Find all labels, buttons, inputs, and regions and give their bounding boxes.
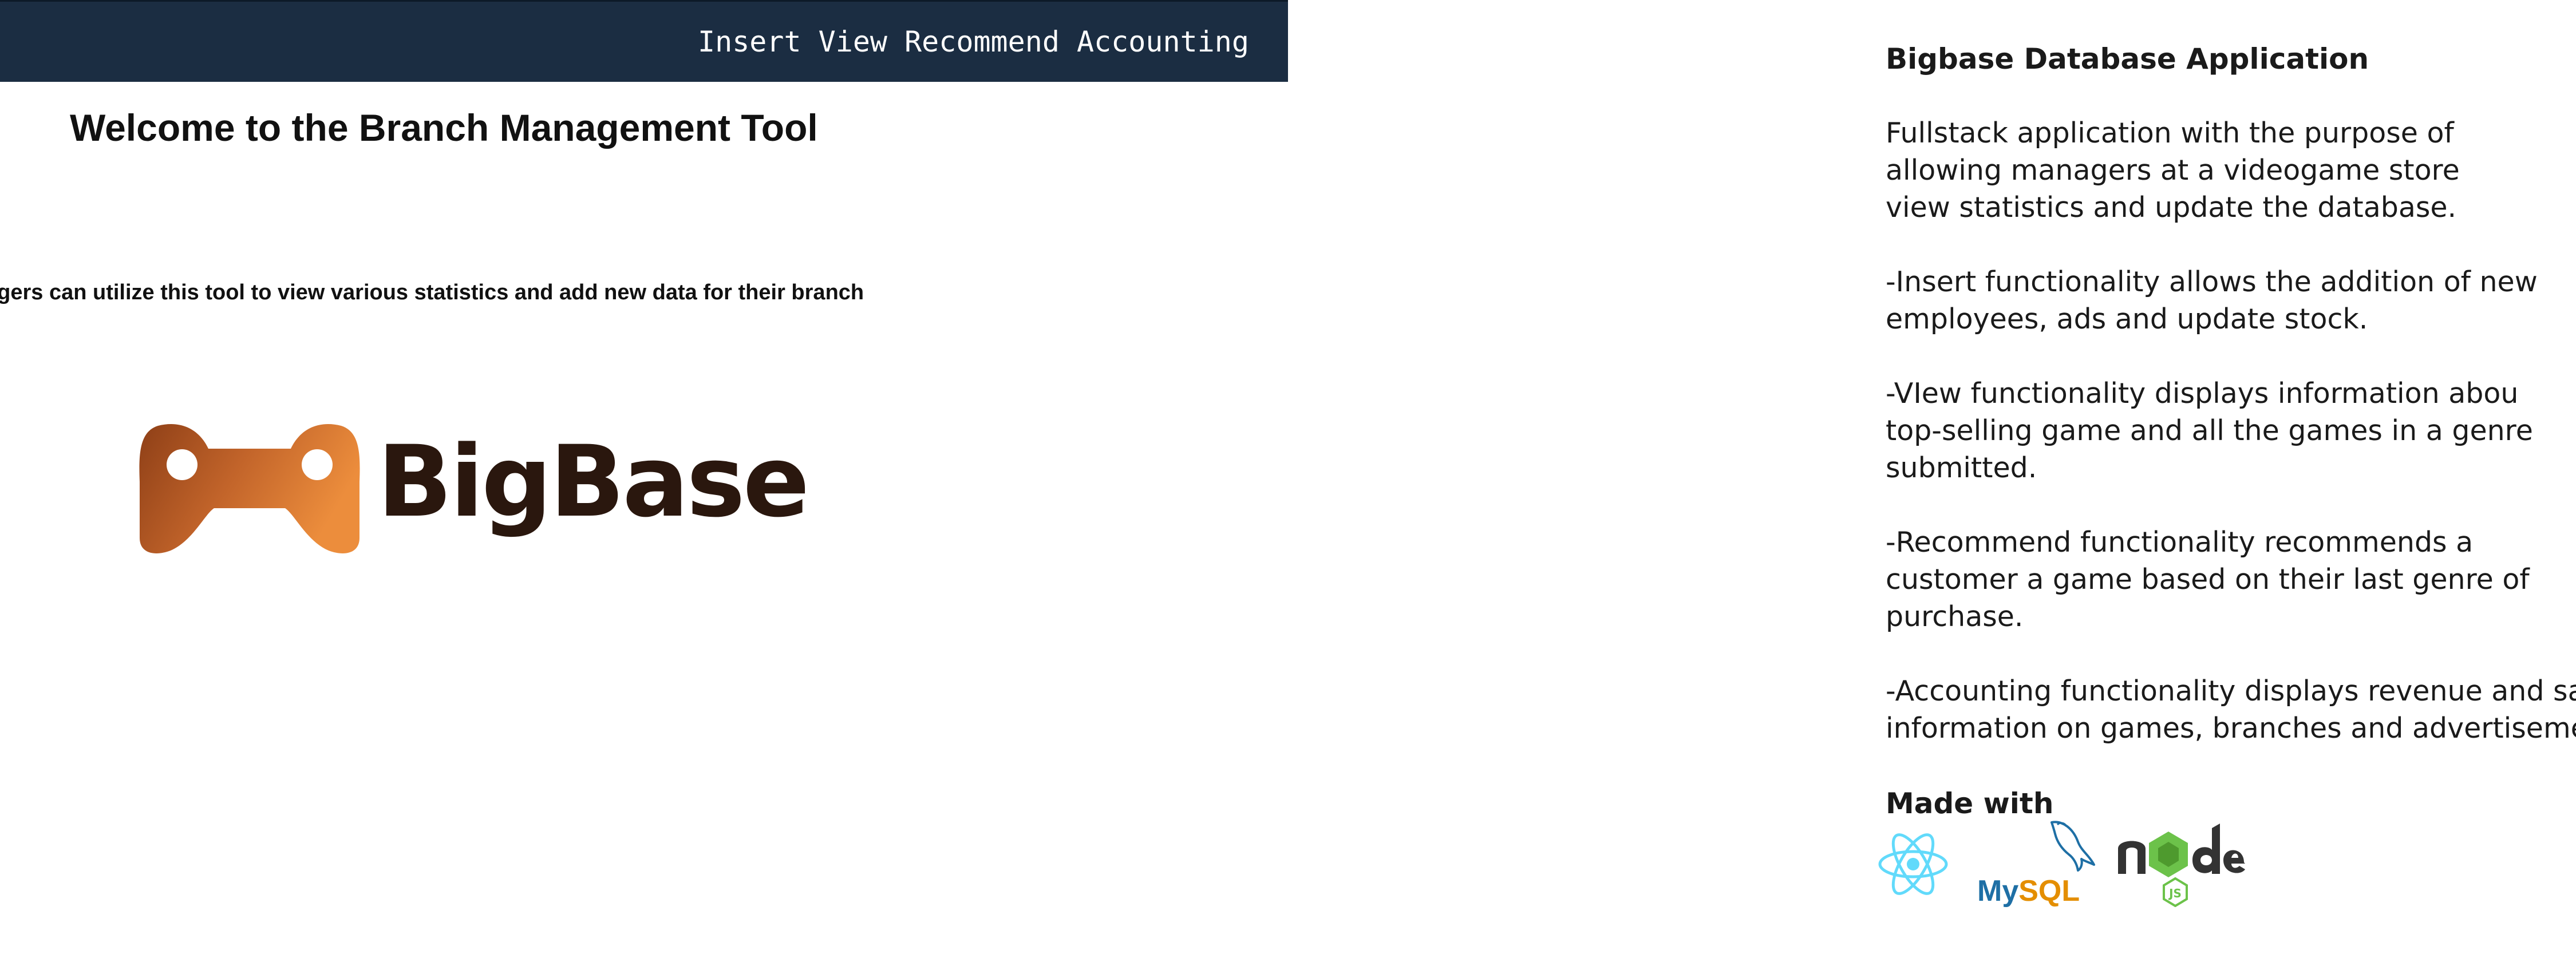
page-subtitle: Managers can utilize this tool to view v… bbox=[0, 280, 864, 304]
recommend-line: purchase. bbox=[1886, 600, 2024, 633]
nav-insert-link[interactable]: Insert bbox=[698, 21, 801, 62]
accounting-line: information on games, branches and adver… bbox=[1886, 712, 2576, 745]
react-icon bbox=[1878, 833, 1948, 895]
mysql-dolphin-icon bbox=[2050, 821, 2095, 872]
insert-line: -Insert functionality allows the additio… bbox=[1886, 266, 2538, 298]
intro-line: view statistics and update the database. bbox=[1886, 191, 2457, 224]
view-paragraph: -VIew functionality displays information… bbox=[1886, 375, 2576, 486]
nav-accounting-link[interactable]: Accounting bbox=[1077, 21, 1249, 62]
bigbase-logo: BigBase bbox=[135, 419, 809, 556]
navbar: Insert View Recommend Accounting bbox=[0, 0, 1288, 82]
view-line: -VIew functionality displays information… bbox=[1886, 377, 2519, 410]
page-title: Welcome to the Branch Management Tool bbox=[70, 106, 818, 149]
readme-title: Bigbase Database Application bbox=[1886, 42, 2369, 76]
app-preview: Insert View Recommend Accounting Welcome… bbox=[0, 0, 1288, 954]
accounting-paragraph: -Accounting functionality displays reven… bbox=[1886, 672, 2576, 747]
insert-line: employees, ads and update stock. bbox=[1886, 303, 2368, 335]
view-line: top-selling game and all the games in a … bbox=[1886, 414, 2533, 447]
accounting-line: -Accounting functionality displays reven… bbox=[1886, 675, 2576, 707]
nav-view-link[interactable]: View bbox=[819, 21, 887, 62]
gamepad-icon bbox=[139, 424, 360, 553]
svg-text:JS: JS bbox=[2168, 886, 2182, 900]
insert-paragraph: -Insert functionality allows the additio… bbox=[1886, 263, 2576, 338]
recommend-paragraph: -Recommend functionality recommends a cu… bbox=[1886, 524, 2576, 635]
tech-stack: MySQL JS bbox=[1878, 821, 2576, 907]
nav-links: Insert View Recommend Accounting bbox=[698, 21, 1249, 62]
mysql-sql-text: SQL bbox=[2018, 874, 2080, 908]
mysql-my-text: My bbox=[1977, 874, 2019, 908]
intro-line: allowing managers at a videogame store bbox=[1886, 154, 2460, 187]
made-with-heading: Made with bbox=[1886, 787, 2054, 820]
intro-paragraph: Fullstack application with the purpose o… bbox=[1886, 114, 2576, 226]
logo-wordmark: BigBase bbox=[377, 424, 809, 539]
recommend-line: customer a game based on their last genr… bbox=[1886, 563, 2530, 596]
nav-recommend-link[interactable]: Recommend bbox=[904, 21, 1060, 62]
view-line: submitted. bbox=[1886, 452, 2037, 484]
intro-line: Fullstack application with the purpose o… bbox=[1886, 117, 2454, 149]
readme-panel: Bigbase Database Application Fullstack a… bbox=[1878, 40, 2576, 907]
mysql-wordmark: MySQL bbox=[1977, 875, 2080, 907]
nodejs-icon: JS bbox=[2118, 824, 2245, 907]
recommend-line: -Recommend functionality recommends a bbox=[1886, 526, 2474, 559]
